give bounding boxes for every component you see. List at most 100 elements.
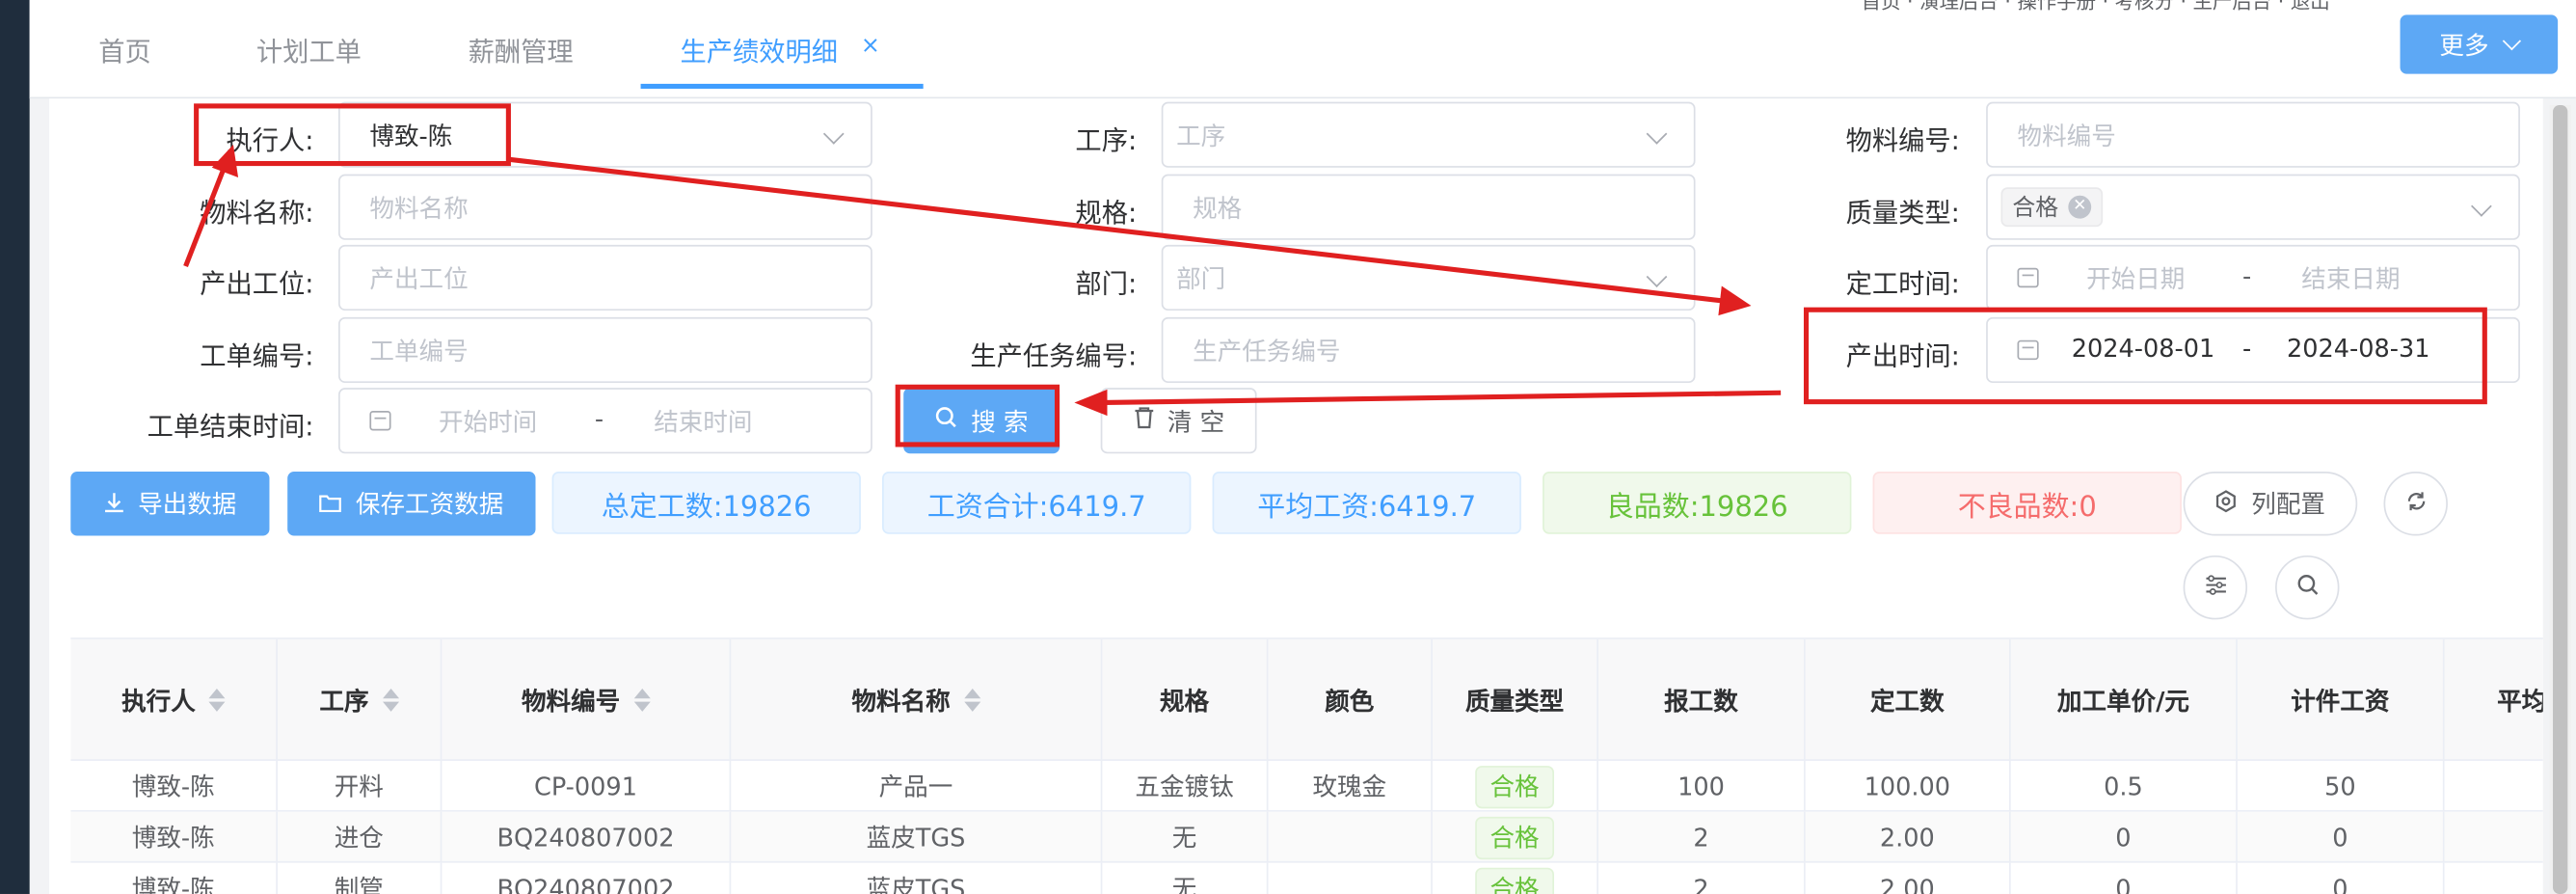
- cell-material-code: BQ240807002: [442, 862, 732, 894]
- order-end-time-range[interactable]: [338, 388, 872, 454]
- material-name-input[interactable]: 物料名称: [338, 174, 872, 240]
- clear-button[interactable]: 清 空: [1100, 388, 1257, 454]
- station-placeholder: 产出工位: [369, 263, 469, 294]
- quality-badge: 合格: [1475, 816, 1554, 859]
- export-button-label: 导出数据: [138, 489, 237, 520]
- order-no-input[interactable]: 工单编号: [338, 316, 872, 384]
- tab-performance-detail[interactable]: 生产绩效明细: [680, 30, 838, 69]
- save-wage-button-label: 保存工资数据: [355, 489, 504, 520]
- cell-reported: 2: [1598, 811, 1806, 863]
- chevron-down-icon: [822, 123, 845, 145]
- order-no-placeholder: 工单编号: [369, 336, 469, 366]
- task-no-input[interactable]: 生产任务编号: [1161, 316, 1696, 384]
- stat-defect: 不良品数:0: [1872, 472, 2182, 534]
- order-end-start[interactable]: 开始时间: [439, 404, 537, 439]
- sort-icon[interactable]: [208, 688, 226, 712]
- chevron-down-icon: [1646, 123, 1668, 145]
- station-input[interactable]: 产出工位: [338, 244, 872, 312]
- cell-quality: 合格: [1433, 760, 1598, 812]
- quality-tag: 合格 ✕: [2000, 187, 2104, 228]
- order-no-label: 工单编号:: [200, 339, 314, 372]
- table-row[interactable]: 博致-陈 开料 CP-0091 产品一 五金镀钛 玫瑰金 合格 100 100.…: [70, 760, 2543, 812]
- cell-color: [1268, 811, 1433, 863]
- scrollbar-thumb[interactable]: [2553, 105, 2568, 894]
- performance-table: 执行人 工序 物料编号 物料名称 规格 颜色 质量类型 报工数 定工数 加工单价…: [70, 637, 2543, 894]
- cell-spec: 无: [1102, 811, 1269, 863]
- tab-home[interactable]: 首页: [98, 30, 151, 69]
- process-label: 工序:: [1075, 124, 1138, 156]
- col-header-label: 工序: [319, 686, 369, 717]
- table-row[interactable]: 博致-陈 进仓 BQ240807002 蓝皮TGS 无 合格 2 2.00 0 …: [70, 811, 2543, 863]
- cell-fixed: 2.00: [1806, 862, 2011, 894]
- department-label: 部门:: [1075, 267, 1138, 300]
- cell-quality: 合格: [1433, 811, 1598, 863]
- col-header-quality: 质量类型: [1433, 638, 1598, 761]
- cell-color: 玫瑰金: [1268, 760, 1433, 812]
- fixed-time-sep: -: [2241, 260, 2252, 291]
- annotation-box-output-time: [1803, 307, 2487, 405]
- fixed-time-range[interactable]: [1986, 244, 2520, 312]
- quality-type-label: 质量类型:: [1845, 197, 1960, 229]
- cell-average: [2445, 863, 2543, 894]
- sort-icon[interactable]: [382, 688, 399, 712]
- cell-piece-wage: 50: [2238, 760, 2445, 812]
- cell-process: 开料: [278, 760, 443, 812]
- department-placeholder: 部门: [1176, 263, 1226, 294]
- cell-material-name: 蓝皮TGS: [731, 811, 1103, 863]
- cell-executor: 博致-陈: [70, 811, 278, 863]
- save-wage-button[interactable]: 保存工资数据: [287, 472, 536, 536]
- fixed-time-start[interactable]: 开始日期: [2086, 261, 2185, 296]
- stat-avg-wage: 平均工资:6419.7: [1212, 472, 1521, 534]
- cell-unit-price: 0: [2011, 862, 2238, 894]
- sort-icon[interactable]: [963, 688, 980, 712]
- material-code-input[interactable]: 物料编号: [1986, 101, 2520, 168]
- table-row[interactable]: 博致-陈 制管 BQ240807002 蓝皮TGS 无 合格 2 2.00 0 …: [70, 862, 2543, 894]
- more-button-label: 更多: [2439, 30, 2489, 61]
- col-header-unit-price: 加工单价/元: [2011, 638, 2238, 761]
- sliders-icon: [2204, 573, 2227, 603]
- gear-icon: [2215, 489, 2239, 519]
- tab-close-icon[interactable]: ×: [861, 33, 880, 59]
- col-header-process[interactable]: 工序: [278, 638, 443, 761]
- cell-piece-wage: 0: [2238, 811, 2445, 863]
- vertical-scrollbar[interactable]: [2549, 105, 2571, 894]
- process-select[interactable]: 工序: [1161, 101, 1696, 168]
- col-header-average: 平均: [2445, 639, 2543, 761]
- sort-icon[interactable]: [632, 688, 650, 712]
- task-no-placeholder: 生产任务编号: [1193, 336, 1341, 366]
- col-header-material-code[interactable]: 物料编号: [442, 638, 732, 761]
- order-end-time-label: 工单结束时间:: [147, 411, 314, 443]
- col-header-color: 颜色: [1268, 638, 1433, 761]
- order-end-end[interactable]: 结束时间: [654, 404, 752, 439]
- col-header-reported: 报工数: [1598, 638, 1806, 761]
- tab-plan-orders[interactable]: 计划工单: [256, 30, 362, 69]
- tab-salary[interactable]: 薪酬管理: [469, 30, 574, 69]
- fixed-time-end[interactable]: 结束日期: [2301, 261, 2400, 296]
- chevron-down-icon: [2502, 31, 2522, 51]
- stat-wage-total: 工资合计:6419.7: [882, 472, 1192, 534]
- cell-quality: 合格: [1433, 862, 1598, 894]
- col-header-label: 物料名称: [851, 686, 951, 717]
- table-header: 执行人 工序 物料编号 物料名称 规格 颜色 质量类型 报工数 定工数 加工单价…: [70, 638, 2543, 761]
- column-config-button[interactable]: 列配置: [2183, 472, 2358, 536]
- cell-piece-wage: 0: [2238, 862, 2445, 894]
- refresh-button[interactable]: [2383, 472, 2448, 536]
- quality-badge: 合格: [1475, 866, 1554, 894]
- material-name-label: 物料名称:: [200, 197, 314, 229]
- stat-good: 良品数:19826: [1543, 472, 1852, 534]
- tab-bar: 首页 · 演理后台 · 操作手册 · 考核分 · 生产后台 · 退出: [29, 0, 2576, 99]
- spec-placeholder: 规格: [1193, 193, 1243, 223]
- tag-close-icon[interactable]: ✕: [2068, 195, 2092, 219]
- filter-settings-button[interactable]: [2183, 555, 2248, 620]
- department-select[interactable]: 部门: [1161, 244, 1696, 312]
- cell-unit-price: 0.5: [2011, 760, 2238, 812]
- cell-average: 5: [2445, 761, 2543, 812]
- chevron-down-icon: [2471, 196, 2492, 217]
- spec-input[interactable]: 规格: [1161, 174, 1696, 240]
- toggle-search-button[interactable]: [2275, 555, 2340, 620]
- more-button[interactable]: 更多: [2400, 14, 2559, 74]
- col-header-executor[interactable]: 执行人: [70, 638, 278, 761]
- col-header-material-name[interactable]: 物料名称: [731, 638, 1103, 761]
- export-button[interactable]: 导出数据: [70, 472, 270, 536]
- cell-unit-price: 0: [2011, 811, 2238, 863]
